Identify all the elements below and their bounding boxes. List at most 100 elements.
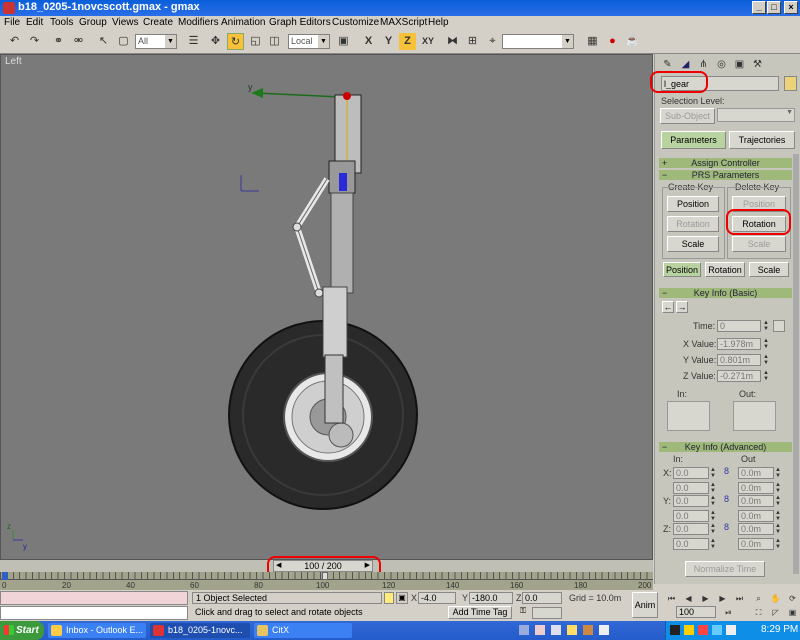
menu-group[interactable]: Group xyxy=(79,17,107,28)
next-key-icon[interactable]: → xyxy=(676,301,688,313)
menu-tools[interactable]: Tools xyxy=(50,17,73,28)
advanced-in-x-speed-field[interactable]: 0.0 xyxy=(673,482,709,494)
advanced-in-z-field[interactable]: 0.0 xyxy=(673,523,709,535)
menu-maxscript[interactable]: MAXScript xyxy=(380,17,427,28)
prs-parameters-rollout[interactable]: − PRS Parameters xyxy=(659,170,792,180)
menu-file[interactable]: File xyxy=(4,17,20,28)
time-field[interactable]: 0 xyxy=(717,320,761,332)
time-slider-track[interactable]: ◀ 100 / 200 ▶ xyxy=(0,556,653,596)
region-select-icon[interactable]: ▢ xyxy=(115,33,132,50)
advanced-out-x-speed-field[interactable]: 0.0m xyxy=(738,482,774,494)
tray-icon[interactable] xyxy=(519,625,529,635)
mode-rotation-button[interactable]: Rotation xyxy=(705,262,745,277)
advanced-spinner[interactable]: ▲ ▼ xyxy=(775,467,781,479)
display-tab-icon[interactable]: ▣ xyxy=(731,56,748,73)
field-of-view-icon[interactable]: ◸ xyxy=(767,604,784,621)
parameters-tab[interactable]: Parameters xyxy=(661,131,726,149)
select-object-icon[interactable]: ↖ xyxy=(95,33,112,50)
link-icon[interactable]: ⚭ xyxy=(50,33,67,50)
z-value-spinner[interactable]: ▲ ▼ xyxy=(763,370,769,382)
undo-icon[interactable]: ↶ xyxy=(6,33,23,50)
constrain-y-button[interactable]: Y xyxy=(380,33,397,50)
menu-modifiers[interactable]: Modifiers xyxy=(178,17,219,28)
assign-controller-rollout[interactable]: + Assign Controller xyxy=(659,158,792,168)
advanced-spinner[interactable]: ▲ ▼ xyxy=(775,510,781,522)
add-time-tag-button[interactable]: Add Time Tag xyxy=(448,606,512,619)
constrain-z-button[interactable]: Z xyxy=(399,33,416,50)
z-coord-field[interactable]: 0.0 xyxy=(522,592,562,604)
mode-position-button[interactable]: Position xyxy=(663,262,701,277)
material-editor-icon[interactable]: ▦ xyxy=(584,33,601,50)
advanced-in-y-speed-field[interactable]: 0.0 xyxy=(673,510,709,522)
select-by-name-icon[interactable]: ☰ xyxy=(185,33,202,50)
sub-object-dropdown[interactable]: ▼ xyxy=(717,108,795,122)
z-value-field[interactable]: -0.271m xyxy=(717,370,761,382)
x-value-spinner[interactable]: ▲ ▼ xyxy=(763,338,769,350)
taskbar-outlook[interactable]: Inbox - Outlook E... xyxy=(48,623,146,638)
advanced-out-z-field[interactable]: 0.0m xyxy=(738,523,774,535)
absolute-mode-icon[interactable]: ▣ xyxy=(396,592,408,604)
advanced-out-z-speed-field[interactable]: 0.0m xyxy=(738,538,774,550)
redo-icon[interactable]: ↷ xyxy=(26,33,43,50)
create-position-key-button[interactable]: Position xyxy=(667,196,719,212)
current-frame-marker[interactable] xyxy=(322,572,328,580)
advanced-spinner[interactable]: ▲ ▼ xyxy=(775,495,781,507)
utilities-tab-icon[interactable]: ⚒ xyxy=(749,56,766,73)
tray-icon[interactable] xyxy=(670,625,680,635)
menu-create[interactable]: Create xyxy=(143,17,173,28)
start-button[interactable]: Start xyxy=(0,621,44,640)
x-value-field[interactable]: -1.978m xyxy=(717,338,761,350)
create-scale-key-button[interactable]: Scale xyxy=(667,236,719,252)
move-icon[interactable]: ✥ xyxy=(207,33,224,50)
selection-filter-dropdown[interactable]: All ▼ xyxy=(135,34,177,49)
advanced-spinner[interactable]: ▲ ▼ xyxy=(710,467,716,479)
key-icon[interactable]: ⚿ xyxy=(516,606,530,619)
previous-frame-icon[interactable]: ◀ xyxy=(680,590,697,607)
play-icon[interactable]: ▶ xyxy=(697,590,714,607)
y-value-field[interactable]: 0.801m xyxy=(717,354,761,366)
menu-help[interactable]: Help xyxy=(428,17,449,28)
menu-views[interactable]: Views xyxy=(112,17,139,28)
minimize-button[interactable]: _ xyxy=(752,1,766,14)
tray-icon[interactable] xyxy=(567,625,577,635)
maxscript-listener-mini[interactable] xyxy=(0,591,188,605)
advanced-spinner[interactable]: ▲ ▼ xyxy=(710,482,716,494)
named-selection-dropdown[interactable]: ▼ xyxy=(502,34,574,49)
lock-tangent-icon[interactable]: 8 xyxy=(724,494,729,504)
rotate-icon[interactable]: ↻ xyxy=(227,33,244,50)
go-to-start-icon[interactable]: ⏮ xyxy=(663,590,680,607)
time-tag-field[interactable] xyxy=(532,607,562,619)
maxscript-input[interactable] xyxy=(0,606,188,620)
object-color-swatch[interactable] xyxy=(784,76,797,91)
advanced-spinner[interactable]: ▲ ▼ xyxy=(710,523,716,535)
key-info-basic-rollout[interactable]: − Key Info (Basic) xyxy=(659,288,792,298)
advanced-spinner[interactable]: ▲ ▼ xyxy=(710,510,716,522)
viewport-left[interactable]: Left y z y xyxy=(0,54,653,560)
advanced-in-y-field[interactable]: 0.0 xyxy=(673,495,709,507)
mode-scale-button[interactable]: Scale xyxy=(749,262,789,277)
advanced-spinner[interactable]: ▲ ▼ xyxy=(775,523,781,535)
pivot-icon[interactable]: ◫ xyxy=(266,33,283,50)
y-value-spinner[interactable]: ▲ ▼ xyxy=(763,354,769,366)
out-tangent-selector[interactable] xyxy=(733,401,776,431)
x-coord-field[interactable]: -4.0 xyxy=(418,592,456,604)
zoom-extents-icon[interactable]: ⛶ xyxy=(750,604,767,621)
advanced-spinner[interactable]: ▲ ▼ xyxy=(710,495,716,507)
snap-icon[interactable]: ⌖ xyxy=(484,33,501,50)
y-coord-field[interactable]: -180.0 xyxy=(469,592,513,604)
taskbar-citx[interactable]: CitX xyxy=(254,623,352,638)
menu-customize[interactable]: Customize xyxy=(332,17,379,28)
lock-tangent-icon[interactable]: 8 xyxy=(724,466,729,476)
tray-icon[interactable] xyxy=(712,625,722,635)
advanced-spinner[interactable]: ▲ ▼ xyxy=(710,538,716,550)
normalize-time-button[interactable]: Normalize Time xyxy=(685,561,765,577)
transform-center-icon[interactable]: ▣ xyxy=(335,33,352,50)
time-spinner[interactable]: ▲ ▼ xyxy=(763,320,769,332)
constrain-xy-button[interactable]: XY xyxy=(418,33,438,50)
key-info-advanced-rollout[interactable]: − Key Info (Advanced) xyxy=(659,442,792,452)
tray-icon[interactable] xyxy=(583,625,593,635)
advanced-out-x-field[interactable]: 0.0m xyxy=(738,467,774,479)
sub-object-button[interactable]: Sub-Object xyxy=(660,108,715,124)
previous-key-icon[interactable]: ← xyxy=(662,301,674,313)
trajectories-tab[interactable]: Trajectories xyxy=(729,131,795,149)
